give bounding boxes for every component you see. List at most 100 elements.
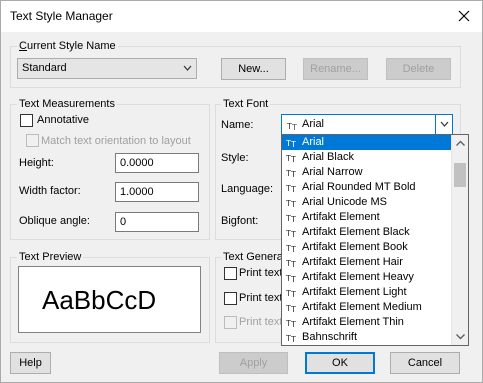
generation-option-1-checkbox[interactable] (224, 267, 237, 280)
font-list-item-label: Artifakt Element (302, 211, 380, 223)
svg-text:T: T (290, 215, 296, 223)
apply-button-label: Apply (239, 357, 268, 369)
font-list-item-label: Arial (302, 136, 325, 148)
svg-text:T: T (290, 155, 296, 163)
apply-button[interactable]: Apply (219, 352, 288, 374)
scroll-up-icon[interactable] (452, 135, 469, 152)
text-measurements-label: Text Measurements (17, 98, 117, 110)
ok-button[interactable]: OK (305, 352, 375, 374)
svg-text:T: T (290, 305, 296, 313)
font-list-item-label: Arial Rounded MT Bold (302, 181, 416, 193)
rename-style-button-label: Rename... (310, 63, 361, 75)
font-list-item-label: Artifakt Element Thin (302, 316, 404, 328)
font-list-item[interactable]: T T Artifakt Element Black (282, 225, 452, 240)
svg-text:T: T (291, 123, 297, 131)
width-factor-input[interactable]: 1.0000 (115, 182, 199, 202)
truetype-font-icon: TT (286, 319, 296, 328)
svg-text:T: T (290, 290, 296, 298)
font-list-item[interactable]: T T Arial Rounded MT Bold (282, 180, 452, 195)
font-list-item-label: Arial Black (302, 151, 354, 163)
text-font-label: Text Font (221, 98, 271, 110)
truetype-font-icon: TT (286, 229, 296, 238)
truetype-font-icon: TT (286, 334, 296, 343)
text-preview-sample: AaBbCcD (42, 285, 157, 315)
current-style-group-label: Current Style Name (17, 40, 118, 52)
oblique-angle-input[interactable]: 0 (115, 212, 199, 232)
svg-text:T: T (290, 140, 296, 148)
font-name-label: Name: (221, 119, 254, 131)
current-style-label-rest: urrent Style Name (26, 40, 116, 52)
font-dropdown-list[interactable]: T T Arial T T Arial Black T T Arial Narrow T T Aria… (281, 134, 469, 346)
font-list-item[interactable]: T T Artifakt Element Thin (282, 315, 452, 330)
chevron-down-icon (183, 65, 192, 71)
text-preview-label: Text Preview (17, 251, 84, 263)
font-list-item[interactable]: T T Artifakt Element (282, 210, 452, 225)
svg-text:T: T (290, 320, 296, 328)
font-list-item-label: Artifakt Element Heavy (302, 271, 414, 283)
text-style-manager-dialog: Text Style Manager Current Style Name St… (0, 0, 483, 383)
height-input[interactable]: 0.0000 (115, 153, 199, 173)
font-list-item[interactable]: T T Arial Black (282, 150, 452, 165)
svg-text:T: T (290, 230, 296, 238)
font-language-label: Language: (221, 183, 273, 195)
truetype-font-icon: TT (286, 244, 296, 253)
text-generation-label: Text Genera (221, 251, 285, 263)
chevron-down-icon (440, 121, 449, 127)
match-orientation-label: Match text orientation to layout (41, 135, 191, 147)
font-name-dropdown-button[interactable] (435, 115, 452, 134)
svg-text:T: T (290, 260, 296, 268)
font-list-item[interactable]: T T Arial (282, 135, 452, 150)
cancel-button[interactable]: Cancel (390, 352, 460, 374)
truetype-font-icon: TT (286, 184, 296, 193)
truetype-font-icon: TT (286, 304, 296, 313)
help-button-label: Help (19, 357, 42, 369)
generation-option-3-label: Print text (239, 316, 283, 328)
dropdown-scrollbar[interactable] (451, 135, 468, 345)
generation-option-2-checkbox[interactable] (224, 292, 237, 305)
font-list-item[interactable]: T T Arial Unicode MS (282, 195, 452, 210)
truetype-font-icon: TT (286, 259, 296, 268)
generation-option-2-label: Print text (239, 292, 283, 304)
font-list-item-label: Artifakt Element Medium (302, 301, 422, 313)
svg-text:T: T (290, 170, 296, 178)
height-value: 0.0000 (120, 157, 154, 169)
generation-option-3-checkbox[interactable] (224, 316, 237, 329)
annotative-checkbox[interactable] (20, 114, 33, 127)
oblique-angle-label: Oblique angle: (19, 215, 90, 227)
width-factor-value: 1.0000 (120, 186, 154, 198)
close-icon[interactable] (456, 8, 472, 24)
rename-style-button[interactable]: Rename... (303, 58, 368, 80)
scroll-down-icon[interactable] (452, 328, 469, 345)
font-list-item[interactable]: T T Arial Narrow (282, 165, 452, 180)
font-dropdown-items: T T Arial T T Arial Black T T Arial Narrow T T Aria… (282, 135, 452, 345)
svg-text:T: T (290, 335, 296, 343)
font-list-item-label: Artifakt Element Black (302, 226, 410, 238)
match-orientation-checkbox[interactable] (26, 134, 39, 147)
width-factor-label: Width factor: (19, 185, 81, 197)
font-name-value: Arial (302, 118, 325, 130)
font-list-item-label: Artifakt Element Hair (302, 256, 403, 268)
current-style-value: Standard (22, 62, 67, 74)
font-list-item[interactable]: T T Bahnschrift (282, 330, 452, 345)
svg-text:T: T (290, 200, 296, 208)
help-button[interactable]: Help (10, 352, 51, 374)
truetype-font-icon: TT (286, 154, 296, 163)
font-list-item[interactable]: T T Artifakt Element Heavy (282, 270, 452, 285)
svg-text:T: T (290, 185, 296, 193)
height-label: Height: (19, 157, 54, 169)
font-list-item[interactable]: T T Artifakt Element Light (282, 285, 452, 300)
font-bigfont-label: Bigfont: (221, 215, 259, 227)
delete-style-button-label: Delete (402, 63, 435, 75)
oblique-angle-value: 0 (120, 216, 127, 228)
scrollbar-thumb[interactable] (454, 163, 466, 187)
font-name-select[interactable]: T T Arial (281, 114, 453, 135)
svg-text:T: T (290, 245, 296, 253)
delete-style-button[interactable]: Delete (386, 58, 451, 80)
font-list-item[interactable]: T T Artifakt Element Medium (282, 300, 452, 315)
font-list-item[interactable]: T T Artifakt Element Book (282, 240, 452, 255)
current-style-select[interactable]: Standard (17, 58, 197, 79)
new-style-button[interactable]: New... (221, 58, 286, 80)
font-list-item[interactable]: T T Artifakt Element Hair (282, 255, 452, 270)
font-list-item-label: Artifakt Element Light (302, 286, 407, 298)
annotative-label: Annotative (37, 114, 89, 126)
